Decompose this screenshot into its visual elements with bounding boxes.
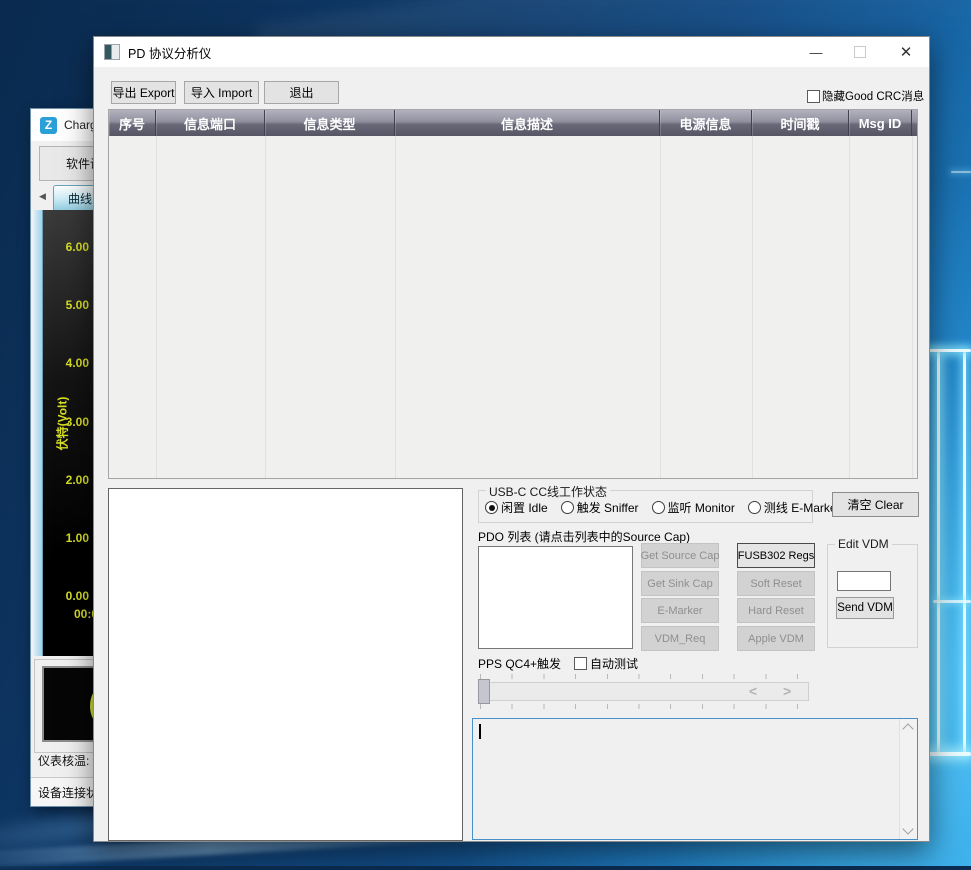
scroll-down-icon[interactable]: [902, 823, 913, 834]
radio-emarker[interactable]: 测线 E-Marker: [748, 499, 841, 516]
wallpaper-glow-line: [951, 171, 971, 173]
pdo-listbox[interactable]: [478, 546, 633, 649]
pps-slider[interactable]: [478, 682, 809, 701]
cc-status-radio-row: 闲置 Idle 触发 Sniffer 监听 Monitor 测线 E-Marke…: [485, 499, 841, 516]
vdm-input[interactable]: [837, 571, 891, 591]
radio-sniffer-circle[interactable]: [561, 501, 574, 514]
pps-slider-handle[interactable]: [478, 679, 490, 704]
cc-status-group-title: USB-C CC线工作状态: [486, 483, 610, 500]
table-column-line: [752, 136, 753, 478]
pd-window-title: PD 协议分析仪: [128, 43, 211, 62]
column-header-power[interactable]: 电源信息: [660, 110, 752, 136]
table-column-line: [395, 136, 396, 478]
hide-crc-checkbox[interactable]: [807, 90, 820, 103]
hide-crc-checkbox-row[interactable]: 隐藏Good CRC消息: [807, 88, 924, 104]
radio-monitor-label: 监听 Monitor: [668, 499, 735, 516]
table-column-line: [156, 136, 157, 478]
table-column-line: [265, 136, 266, 478]
y-tick-label: 1.00: [39, 531, 89, 545]
y-tick-label: 4.00: [39, 356, 89, 370]
clear-button[interactable]: 清空 Clear: [832, 492, 919, 517]
tab-collapse-arrow-icon[interactable]: ◀: [39, 191, 46, 202]
table-body[interactable]: [109, 136, 917, 478]
exit-button[interactable]: 退出: [264, 81, 339, 104]
column-header-seq[interactable]: 序号: [109, 110, 156, 136]
table-column-line: [849, 136, 850, 478]
vdm-req-button[interactable]: VDM_Req: [641, 626, 719, 651]
soft-reset-button[interactable]: Soft Reset: [737, 571, 815, 596]
pd-analyzer-window: PD 协议分析仪 — ✕ 导出 Export 导入 Import 退出 隐藏Go…: [93, 36, 930, 842]
column-header-desc[interactable]: 信息描述: [395, 110, 660, 136]
charger-window-title: Charg: [64, 118, 97, 132]
device-connection-label: 设备连接状: [38, 784, 98, 801]
message-table[interactable]: 序号 信息端口 信息类型 信息描述 电源信息 时间戳 Msg ID: [108, 109, 918, 479]
scroll-up-icon[interactable]: [902, 723, 913, 734]
y-tick-label: 2.00: [39, 473, 89, 487]
maximize-button[interactable]: [844, 37, 876, 67]
slider-increment-arrow[interactable]: >: [783, 683, 791, 699]
fusb302-regs-button[interactable]: FUSB302 Regs: [737, 543, 815, 568]
wallpaper-glow-line: [925, 349, 971, 352]
get-sink-cap-button[interactable]: Get Sink Cap: [641, 571, 719, 596]
y-tick-label: 5.00: [39, 298, 89, 312]
edit-vdm-group: Edit VDM Send VDM: [827, 544, 918, 648]
table-column-line: [660, 136, 661, 478]
wallpaper-glow-line: [963, 352, 966, 754]
log-textarea[interactable]: [472, 718, 918, 840]
export-button[interactable]: 导出 Export: [111, 81, 176, 104]
slider-ticks-top: [480, 674, 798, 679]
radio-emarker-label: 测线 E-Marker: [764, 499, 841, 516]
y-tick-label: 0.00: [39, 589, 89, 603]
e-marker-button[interactable]: E-Marker: [641, 598, 719, 623]
y-tick-label: 3.00: [39, 415, 89, 429]
radio-idle-label: 闲置 Idle: [501, 499, 548, 516]
import-button[interactable]: 导入 Import: [184, 81, 259, 104]
column-header-type[interactable]: 信息类型: [265, 110, 395, 136]
get-source-cap-button[interactable]: Get Source Cap: [641, 543, 719, 568]
pd-app-icon: [104, 44, 120, 60]
close-button[interactable]: ✕: [890, 37, 922, 67]
wallpaper-glow-line: [933, 600, 971, 603]
wallpaper-glow-line: [937, 352, 940, 754]
table-column-line: [912, 136, 913, 478]
column-header-port[interactable]: 信息端口: [156, 110, 265, 136]
radio-monitor[interactable]: 监听 Monitor: [652, 499, 735, 516]
auto-test-label: 自动测试: [590, 655, 638, 672]
radio-idle[interactable]: 闲置 Idle: [485, 499, 548, 516]
radio-sniffer-label: 触发 Sniffer: [577, 499, 639, 516]
slider-decrement-arrow[interactable]: <: [749, 683, 757, 699]
y-tick-label: 6.00: [39, 240, 89, 254]
log-scrollbar[interactable]: [899, 719, 917, 839]
pps-trigger-label: PPS QC4+触发: [478, 655, 561, 672]
minimize-button[interactable]: —: [800, 37, 832, 67]
table-header: 序号 信息端口 信息类型 信息描述 电源信息 时间戳 Msg ID: [109, 110, 917, 136]
charger-app-icon: Z: [40, 117, 57, 134]
core-temp-label: 仪表核温:: [38, 752, 89, 769]
auto-test-checkbox-row[interactable]: 自动测试: [574, 655, 638, 672]
radio-idle-circle[interactable]: [485, 501, 498, 514]
radio-sniffer[interactable]: 触发 Sniffer: [561, 499, 639, 516]
detail-listbox[interactable]: [108, 488, 463, 841]
send-vdm-button[interactable]: Send VDM: [836, 597, 894, 619]
column-header-time[interactable]: 时间戳: [752, 110, 849, 136]
apple-vdm-button[interactable]: Apple VDM: [737, 626, 815, 651]
maximize-icon: [854, 46, 866, 58]
pps-row: PPS QC4+触发 自动测试: [478, 655, 638, 672]
hide-crc-label: 隐藏Good CRC消息: [822, 88, 924, 104]
hard-reset-button[interactable]: Hard Reset: [737, 598, 815, 623]
cc-status-group: USB-C CC线工作状态 闲置 Idle 触发 Sniffer 监听 Moni…: [478, 490, 813, 523]
radio-emarker-circle[interactable]: [748, 501, 761, 514]
column-header-msgid[interactable]: Msg ID: [849, 110, 912, 136]
auto-test-checkbox[interactable]: [574, 657, 587, 670]
slider-ticks-bottom: [480, 704, 798, 709]
edit-vdm-group-title: Edit VDM: [835, 537, 892, 551]
text-caret: [479, 724, 481, 739]
radio-monitor-circle[interactable]: [652, 501, 665, 514]
